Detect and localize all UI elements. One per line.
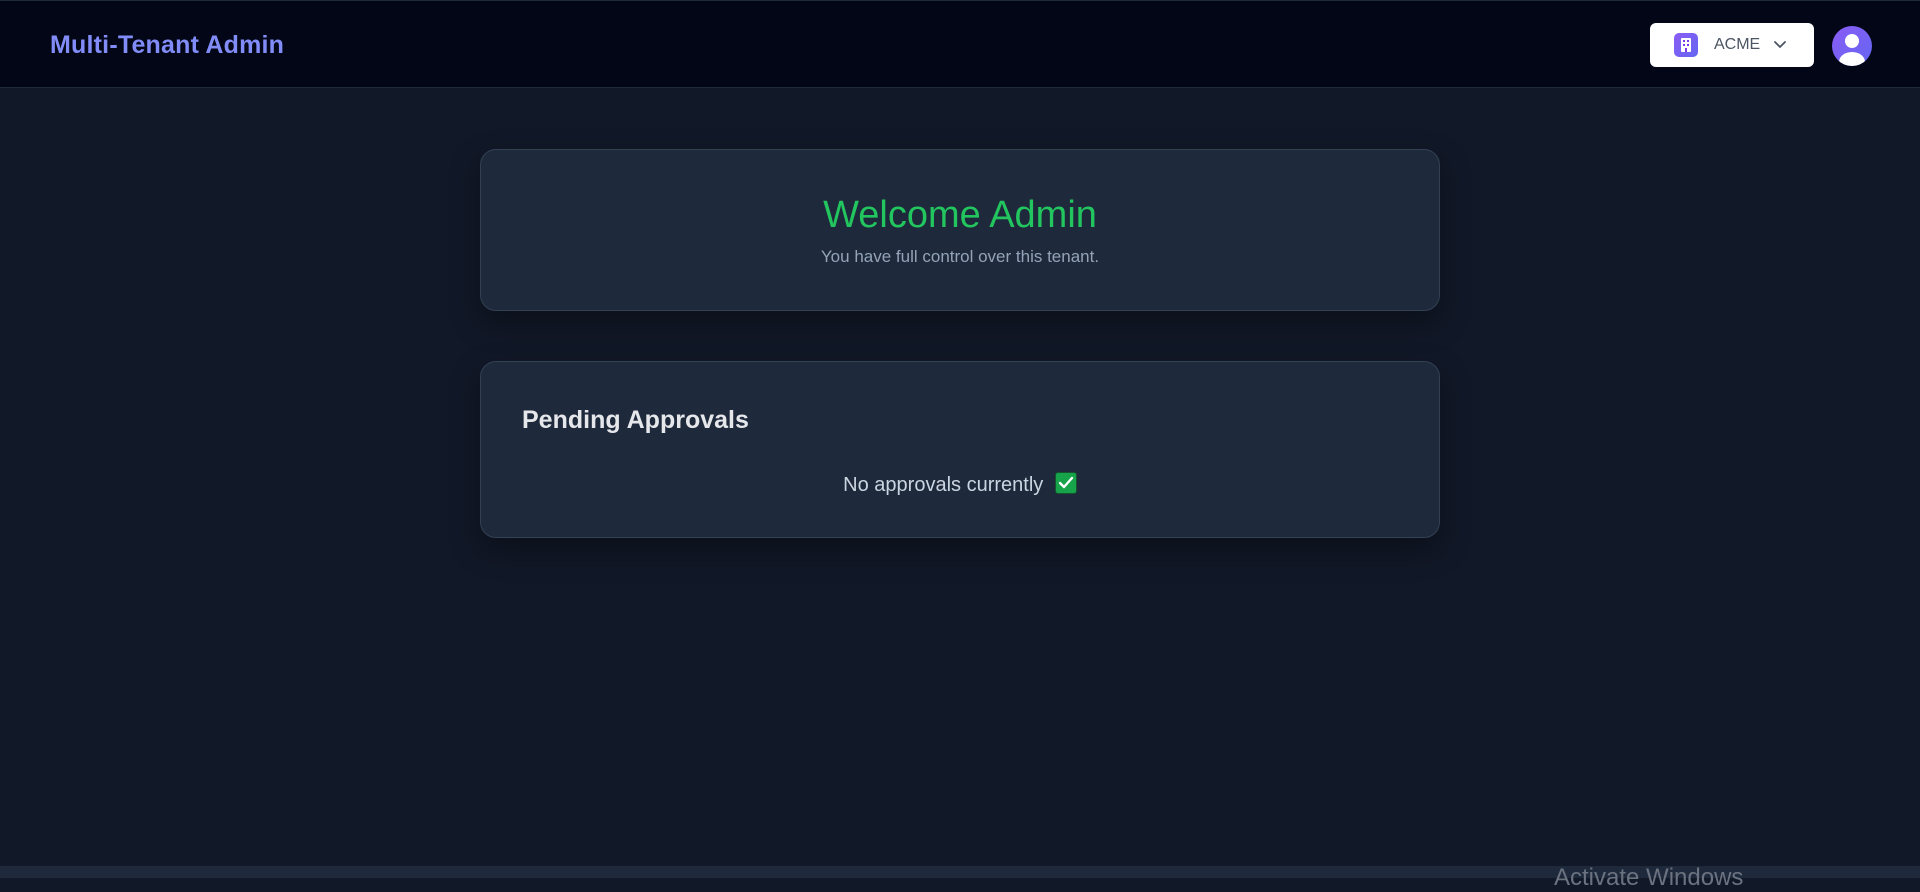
pending-approvals-card: Pending Approvals No approvals currently bbox=[480, 361, 1440, 538]
welcome-title: Welcome Admin bbox=[823, 194, 1097, 236]
user-avatar-icon[interactable] bbox=[1832, 26, 1872, 66]
welcome-card: Welcome Admin You have full control over… bbox=[480, 149, 1440, 311]
brand-title[interactable]: Multi-Tenant Admin bbox=[50, 31, 284, 60]
check-mark-icon bbox=[1054, 472, 1077, 494]
tenant-selector-value: ACME bbox=[1714, 36, 1761, 53]
empty-state-message: No approvals currently bbox=[843, 474, 1044, 496]
building-icon bbox=[1674, 33, 1698, 57]
tenant-selector[interactable]: ACME bbox=[1650, 23, 1814, 67]
empty-state: No approvals currently bbox=[481, 472, 1439, 497]
top-navbar: Multi-Tenant Admin ACME bbox=[0, 0, 1920, 88]
welcome-subtitle: You have full control over this tenant. bbox=[820, 247, 1100, 266]
chevron-down-icon bbox=[1774, 38, 1788, 52]
activate-windows-watermark: Activate Windows bbox=[1554, 864, 1744, 891]
pending-approvals-title: Pending Approvals bbox=[522, 406, 749, 434]
